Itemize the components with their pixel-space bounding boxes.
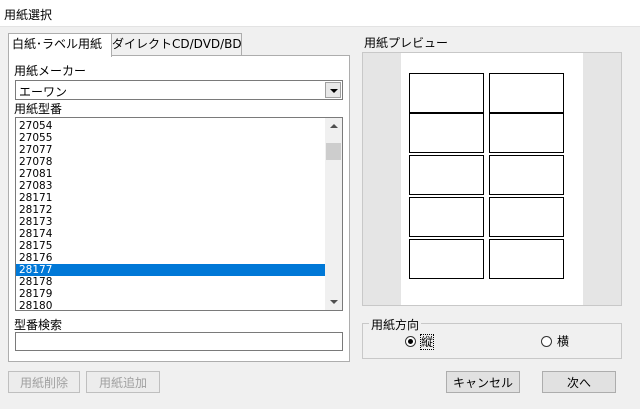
list-item[interactable]: 28174 — [16, 228, 325, 240]
list-item[interactable]: 28173 — [16, 216, 325, 228]
list-item[interactable]: 28176 — [16, 252, 325, 264]
label-cell — [489, 73, 564, 113]
list-item[interactable]: 27077 — [16, 144, 325, 156]
list-item[interactable]: 28178 — [16, 276, 325, 288]
list-item[interactable]: 28180 — [16, 300, 325, 310]
list-item[interactable]: 28175 — [16, 240, 325, 252]
orientation-label: 用紙方向 — [369, 316, 422, 333]
list-scrollbar[interactable] — [325, 118, 342, 310]
chevron-down-icon[interactable] — [325, 82, 341, 98]
orientation-group: 用紙方向 縦 横 — [362, 316, 622, 359]
label-cell — [489, 239, 564, 279]
tab-panel: 用紙メーカー エーワン 用紙型番 27054 27055 27077 27078 270… — [8, 55, 350, 362]
window-title: 用紙選択 — [4, 8, 53, 22]
list-item[interactable]: 27083 — [16, 180, 325, 192]
label-cell — [409, 113, 484, 153]
label-cell — [409, 155, 484, 195]
search-label: 型番検索 — [14, 318, 63, 332]
next-button[interactable]: 次へ — [542, 371, 616, 393]
manufacturer-value: エーワン — [19, 85, 68, 99]
list-item[interactable]: 28179 — [16, 288, 325, 300]
tab-direct-cd-dvd-bd[interactable]: ダイレクトCD/DVD/BD — [108, 33, 242, 55]
cancel-button[interactable]: キャンセル — [446, 371, 520, 393]
add-paper-button[interactable]: 用紙追加 — [86, 371, 160, 393]
portrait-label: 縦 — [419, 333, 435, 350]
model-label: 用紙型番 — [14, 102, 63, 116]
list-item[interactable]: 27055 — [16, 132, 325, 144]
label-cell — [409, 197, 484, 237]
label-cell — [489, 197, 564, 237]
model-listbox[interactable]: 27054 27055 27077 27078 27081 27083 28171 28172… — [15, 117, 343, 311]
paper-preview — [362, 52, 622, 306]
list-item[interactable]: 28171 — [16, 192, 325, 204]
radio-unselected-icon — [541, 336, 552, 347]
label-cell — [409, 73, 484, 113]
list-item[interactable]: 28177 — [16, 264, 325, 276]
list-item[interactable]: 27081 — [16, 168, 325, 180]
list-item[interactable]: 28172 — [16, 204, 325, 216]
label-cell — [489, 113, 564, 153]
manufacturer-select[interactable]: エーワン — [15, 80, 343, 100]
scroll-up-icon[interactable] — [325, 118, 342, 135]
title-bar: 用紙選択 — [0, 0, 640, 27]
radio-selected-icon — [405, 336, 416, 347]
manufacturer-label: 用紙メーカー — [14, 64, 87, 78]
delete-paper-button[interactable]: 用紙削除 — [8, 371, 80, 393]
preview-label: 用紙プレビュー — [364, 36, 449, 50]
landscape-label: 横 — [557, 334, 570, 349]
label-cell — [409, 239, 484, 279]
orientation-portrait-radio[interactable]: 縦 — [405, 333, 435, 350]
list-item[interactable]: 27054 — [16, 120, 325, 132]
orientation-landscape-radio[interactable]: 横 — [541, 334, 570, 349]
tab-blank-label-paper[interactable]: 白紙･ラベル用紙 — [8, 33, 112, 57]
list-item[interactable]: 27078 — [16, 156, 325, 168]
model-list-items: 27054 27055 27077 27078 27081 27083 28171 28172… — [16, 120, 325, 310]
scroll-thumb[interactable] — [326, 143, 341, 160]
scroll-down-icon[interactable] — [325, 293, 342, 310]
label-cell — [489, 155, 564, 195]
model-search-input[interactable] — [15, 332, 343, 351]
preview-sheet — [401, 53, 583, 305]
